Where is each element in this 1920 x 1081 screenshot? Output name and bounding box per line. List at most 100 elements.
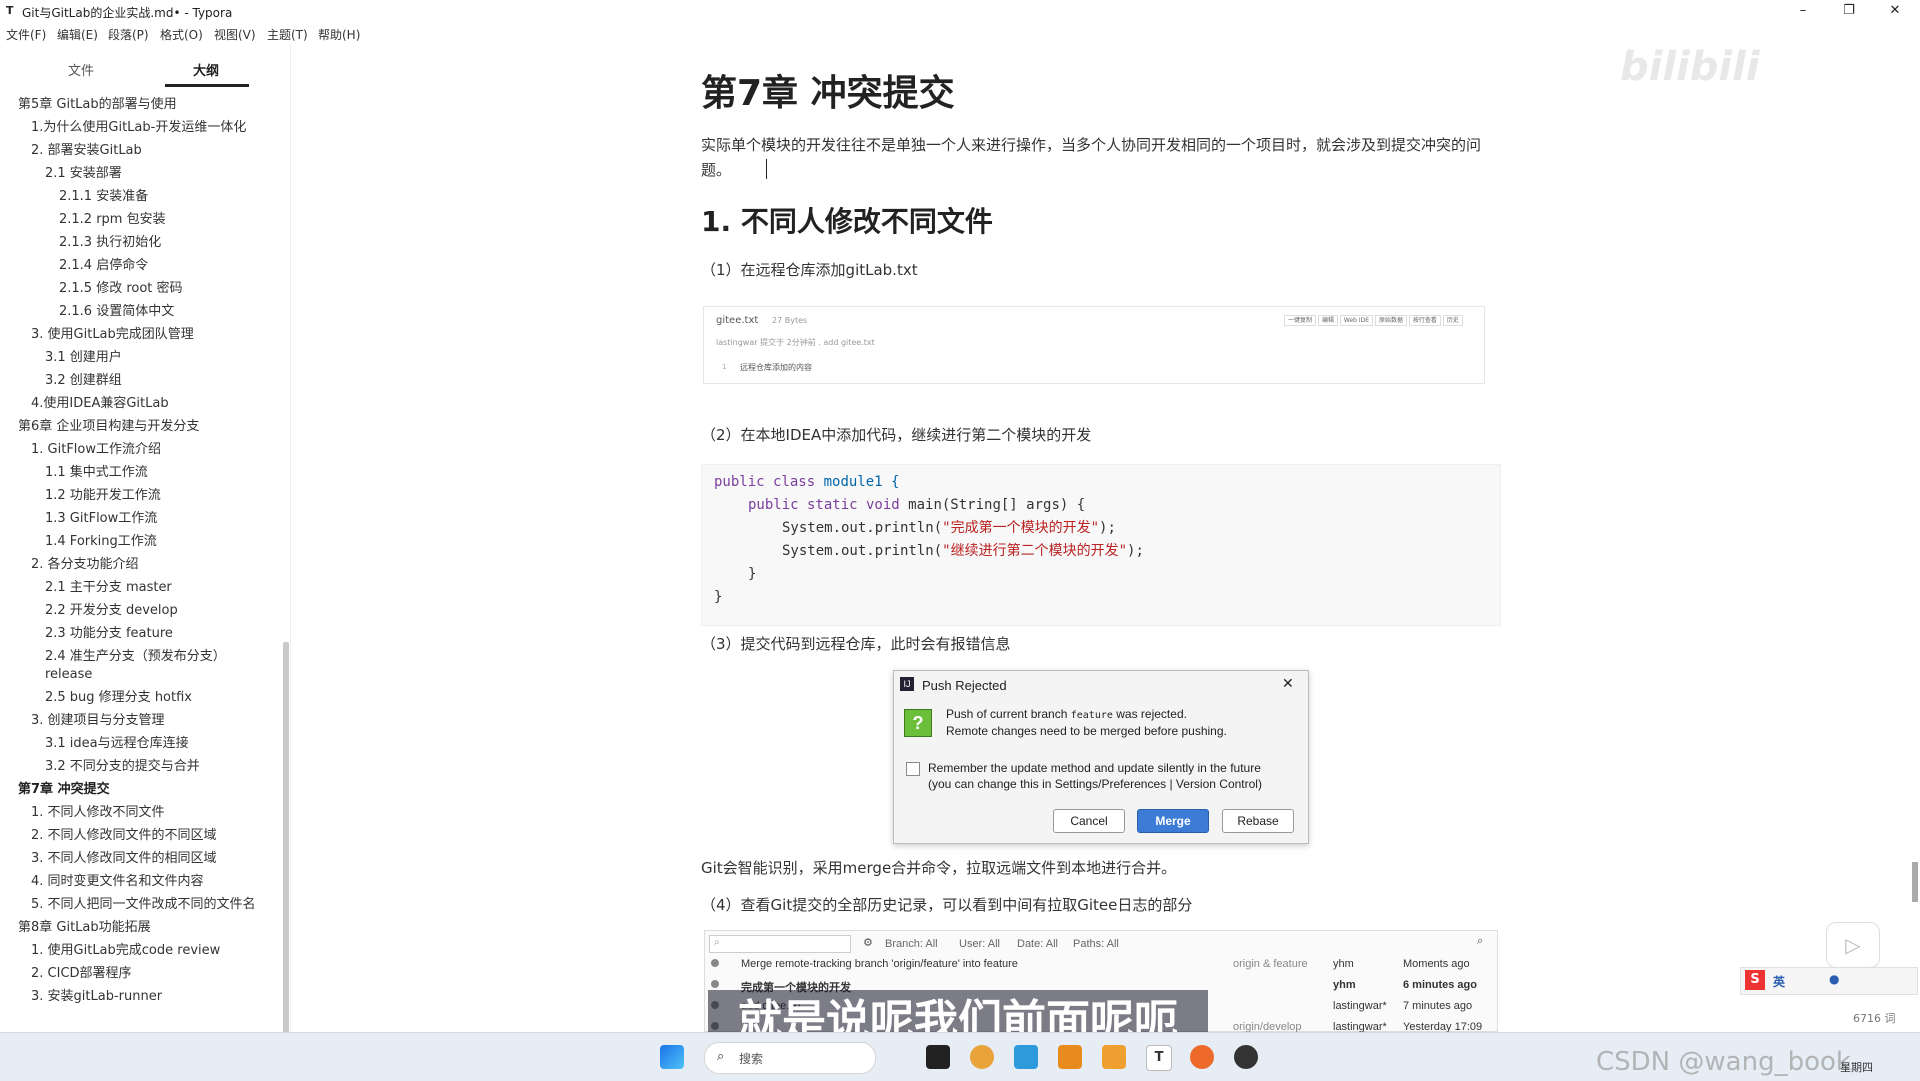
- typora-app-icon: T: [6, 4, 14, 17]
- outline-item[interactable]: 1. GitFlow工作流介绍: [31, 441, 161, 459]
- minimize-icon[interactable]: –: [1780, 0, 1826, 22]
- menu-edit[interactable]: 编辑(E): [57, 26, 98, 43]
- outline-item[interactable]: 1.1 集中式工作流: [45, 464, 148, 482]
- outline-item[interactable]: 2. 不同人修改同文件的不同区域: [31, 827, 217, 845]
- dialog-close-icon[interactable]: ✕: [1282, 675, 1294, 692]
- outline-item[interactable]: 1. 不同人修改不同文件: [31, 804, 165, 822]
- commit-message: Merge remote-tracking branch 'origin/fea…: [741, 958, 1018, 970]
- settings-icon[interactable]: ⚙: [863, 936, 873, 949]
- outline-item[interactable]: 4. 同时变更文件名和文件内容: [31, 873, 204, 891]
- outline-item[interactable]: 2.2 开发分支 develop: [45, 602, 178, 620]
- search-icon: ⌕: [714, 937, 720, 948]
- outline-item[interactable]: 1.4 Forking工作流: [45, 533, 157, 551]
- menu-view[interactable]: 视图(V): [214, 26, 256, 43]
- record-app-icon[interactable]: [1234, 1045, 1258, 1069]
- outline-item[interactable]: 1.为什么使用GitLab-开发运维一体化: [31, 119, 246, 137]
- log-search-icon[interactable]: ⌕: [1477, 935, 1483, 948]
- sidebar-scrollbar[interactable]: [283, 642, 289, 1072]
- outline-item[interactable]: 2.1.4 启停命令: [59, 257, 148, 275]
- outline-item[interactable]: 2.1.2 rpm 包安装: [59, 211, 166, 229]
- outline-item[interactable]: 3. 不同人修改同文件的相同区域: [31, 850, 217, 868]
- gitee-file-content: 远程仓库添加的内容: [740, 363, 812, 372]
- log-search-input[interactable]: ⌕: [709, 935, 851, 953]
- taskbar-search-input[interactable]: ⌕ 搜索: [704, 1042, 876, 1074]
- date-filter[interactable]: Date: All: [1017, 938, 1058, 950]
- cancel-button[interactable]: Cancel: [1053, 809, 1125, 833]
- outline-item[interactable]: 4.使用IDEA兼容GitLab: [31, 395, 169, 413]
- outline-item[interactable]: 3.2 创建群组: [45, 372, 122, 390]
- outline-item[interactable]: 2.1.3 执行初始化: [59, 234, 161, 252]
- outline-item[interactable]: 第7章 冲突提交: [18, 781, 110, 799]
- user-filter[interactable]: User: All: [959, 938, 1000, 950]
- search-app-icon[interactable]: [1058, 1045, 1082, 1069]
- taskbar-search-placeholder: 搜索: [739, 1052, 764, 1066]
- terminal-icon[interactable]: [926, 1045, 950, 1069]
- merge-button[interactable]: Merge: [1137, 809, 1209, 833]
- outline-item[interactable]: 1.3 GitFlow工作流: [45, 510, 157, 528]
- close-icon[interactable]: ✕: [1872, 0, 1918, 22]
- paths-filter[interactable]: Paths: All: [1073, 938, 1119, 950]
- ime-language[interactable]: 英: [1773, 973, 1785, 990]
- branch-filter[interactable]: Branch: All: [885, 938, 938, 950]
- dialog-message-line2: Remote changes need to be merged before …: [946, 724, 1227, 738]
- outline-item[interactable]: 3. 使用GitLab完成团队管理: [31, 326, 194, 344]
- code-line: public static void main(String[] args) {: [748, 497, 1086, 513]
- outline-item[interactable]: 3.1 idea与远程仓库连接: [45, 735, 189, 753]
- step1-text: （1）在远程仓库添加gitLab.txt: [701, 261, 918, 279]
- outline-item[interactable]: 2. 各分支功能介绍: [31, 556, 139, 574]
- outline-item[interactable]: 1.2 功能开发工作流: [45, 487, 161, 505]
- outline-item[interactable]: 2.1.1 安装准备: [59, 188, 148, 206]
- outline-item[interactable]: 1. 使用GitLab完成code review: [31, 942, 220, 960]
- merge-note: Git会智能识别，采用merge合并命令，拉取远端文件到本地进行合并。: [701, 859, 1177, 877]
- menu-help[interactable]: 帮助(H): [318, 26, 360, 43]
- outline-item[interactable]: 5. 不同人把同一文件改成不同的文件名: [31, 896, 256, 914]
- rebase-button[interactable]: Rebase: [1222, 809, 1294, 833]
- outline-item[interactable]: 第5章 GitLab的部署与使用: [18, 96, 177, 114]
- code-block[interactable]: public class module1 { public static voi…: [701, 464, 1501, 626]
- windows-start-icon[interactable]: [660, 1045, 684, 1069]
- section-heading: 1. 不同人修改不同文件: [701, 205, 993, 238]
- outline-item[interactable]: 2.1.5 修改 root 密码: [59, 280, 183, 298]
- outline-item[interactable]: 2. CICD部署程序: [31, 965, 132, 983]
- outline-item[interactable]: 3. 安装gitLab-runner: [31, 988, 162, 1006]
- mic-icon[interactable]: ●: [1829, 972, 1839, 986]
- remember-checkbox[interactable]: [906, 762, 920, 776]
- commit-author: lastingwar*: [1333, 1000, 1387, 1012]
- outline-item[interactable]: 2.3 功能分支 feature: [45, 625, 173, 643]
- commit-time: 7 minutes ago: [1403, 1000, 1473, 1012]
- commit-time: Moments ago: [1403, 958, 1470, 970]
- play-icon[interactable]: ▷: [1826, 922, 1880, 968]
- file-explorer-icon[interactable]: [1014, 1045, 1038, 1069]
- outline-item[interactable]: 第6章 企业项目构建与开发分支: [18, 418, 199, 436]
- maximize-icon[interactable]: ❐: [1826, 0, 1872, 22]
- menu-file[interactable]: 文件(F): [6, 26, 46, 43]
- ime-toolbar: S 英 ●: [1740, 967, 1918, 995]
- outline-item[interactable]: 2.1 安装部署: [45, 165, 122, 183]
- chrome-icon[interactable]: [970, 1045, 994, 1069]
- typora-taskbar-icon[interactable]: T: [1146, 1045, 1172, 1071]
- clock-day: 星期四: [1840, 1061, 1873, 1074]
- menu-paragraph[interactable]: 段落(P): [108, 26, 149, 43]
- tab-files[interactable]: 文件: [68, 60, 94, 79]
- git-log-row[interactable]: Merge remote-tracking branch 'origin/fea…: [705, 955, 1497, 975]
- step4-text: （4）查看Git提交的全部历史记录，可以看到中间有拉取Gitee日志的部分: [701, 896, 1193, 914]
- outline-item[interactable]: 3.1 创建用户: [45, 349, 122, 367]
- editor-scrollbar[interactable]: [1912, 862, 1918, 902]
- outline-item[interactable]: 第8章 GitLab功能拓展: [18, 919, 151, 937]
- editor-area[interactable]: 第7章 冲突提交 实际单个模块的开发往往不是单独一个人来进行操作，当多个人协同开…: [291, 44, 1920, 1032]
- outline-item[interactable]: 2.1 主干分支 master: [45, 579, 172, 597]
- sogou-ime-icon[interactable]: S: [1745, 970, 1765, 990]
- dialog-title: Push Rejected: [922, 678, 1007, 693]
- firefox-icon[interactable]: [1190, 1045, 1214, 1069]
- outline-item[interactable]: 2.1.6 设置简体中文: [59, 303, 174, 321]
- outline-item[interactable]: 2.4 准生产分支（预发布分支）release: [45, 648, 240, 684]
- outline-item[interactable]: 3. 创建项目与分支管理: [31, 712, 165, 730]
- outline-item[interactable]: 2.5 bug 修理分支 hotfix: [45, 689, 192, 707]
- outline-item[interactable]: 3.2 不同分支的提交与合并: [45, 758, 200, 776]
- folder-icon[interactable]: [1102, 1045, 1126, 1069]
- menu-theme[interactable]: 主题(T): [267, 26, 308, 43]
- menu-format[interactable]: 格式(O): [160, 26, 203, 43]
- outline-item[interactable]: 2. 部署安装GitLab: [31, 142, 142, 160]
- tab-outline[interactable]: 大纲: [193, 60, 219, 79]
- step2-text: （2）在本地IDEA中添加代码，继续进行第二个模块的开发: [701, 426, 1092, 444]
